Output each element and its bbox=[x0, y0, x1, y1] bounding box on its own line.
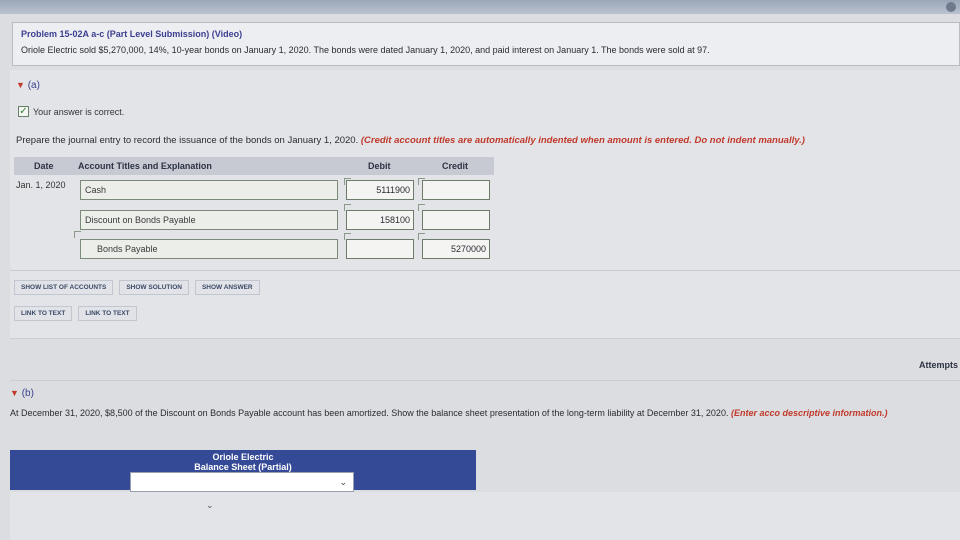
top-bar bbox=[0, 0, 960, 14]
journal-table-header: Date Account Titles and Explanation Debi… bbox=[14, 157, 494, 175]
problem-box: Problem 15-02A a-c (Part Level Submissio… bbox=[12, 22, 960, 66]
link-to-text-button[interactable]: LINK TO TEXT bbox=[14, 306, 73, 321]
instruction: Prepare the journal entry to record the … bbox=[16, 135, 805, 146]
divider bbox=[10, 380, 960, 381]
col-credit: Credit bbox=[442, 161, 469, 171]
show-solution-button[interactable]: SHOW SOLUTION bbox=[119, 280, 189, 295]
company-name: Oriole Electric bbox=[212, 452, 274, 462]
debit-input[interactable]: 158100 bbox=[346, 210, 414, 230]
show-answer-button[interactable]: SHOW ANSWER bbox=[194, 280, 260, 295]
action-buttons: SHOW LIST OF ACCOUNTS SHOW SOLUTION SHOW… bbox=[14, 280, 260, 295]
journal-row: Jan. 1, 2020 Cash 5111900 bbox=[14, 178, 494, 204]
date-cell: Jan. 1, 2020 bbox=[16, 180, 66, 190]
credit-input[interactable]: 5270000 bbox=[422, 239, 490, 259]
part-b-note: (Enter acco descriptive information.) bbox=[730, 408, 888, 418]
chevron-down-icon[interactable]: ⌄ bbox=[206, 500, 214, 511]
col-debit: Debit bbox=[368, 161, 391, 171]
attempts-label: Attempts bbox=[918, 360, 958, 370]
col-date: Date bbox=[34, 161, 54, 171]
part-a-label: (a) bbox=[27, 80, 40, 91]
link-to-text-button[interactable]: LINK TO TEXT bbox=[78, 306, 137, 321]
bottom-area bbox=[10, 492, 960, 540]
col-account: Account Titles and Explanation bbox=[78, 161, 212, 171]
correct-message: ✓ Your answer is correct. bbox=[18, 106, 124, 117]
debit-input[interactable] bbox=[346, 239, 414, 259]
part-b-label: (b) bbox=[21, 388, 34, 399]
account-input[interactable]: Cash bbox=[80, 180, 338, 200]
debit-input[interactable]: 5111900 bbox=[346, 180, 414, 200]
problem-text: Oriole Electric sold $5,270,000, 14%, 10… bbox=[21, 45, 710, 55]
gear-icon[interactable] bbox=[946, 2, 956, 12]
credit-input[interactable] bbox=[422, 180, 490, 200]
chevron-down-icon: ⌄ bbox=[339, 477, 347, 487]
credit-input[interactable] bbox=[422, 210, 490, 230]
journal-row: Discount on Bonds Payable 158100 bbox=[14, 204, 494, 234]
part-b-header[interactable]: ▼ (b) bbox=[10, 388, 34, 399]
balance-sheet-select[interactable]: ⌄ bbox=[130, 472, 354, 492]
flag-icon bbox=[74, 231, 81, 238]
text-links: LINK TO TEXT LINK TO TEXT bbox=[14, 306, 137, 321]
part-a-header[interactable]: ▼ (a) bbox=[16, 80, 40, 91]
instruction-note: (Credit account titles are automatically… bbox=[360, 135, 805, 146]
show-list-of-accounts-button[interactable]: SHOW LIST OF ACCOUNTS bbox=[14, 280, 114, 295]
instruction-text: Prepare the journal entry to record the … bbox=[16, 135, 359, 146]
part-a-section bbox=[10, 70, 960, 338]
part-b-instruction: At December 31, 2020, $8,500 of the Disc… bbox=[10, 408, 960, 419]
caret-down-icon: ▼ bbox=[16, 80, 25, 90]
account-input[interactable]: Discount on Bonds Payable bbox=[80, 210, 338, 230]
caret-down-icon: ▼ bbox=[10, 388, 19, 398]
check-icon: ✓ bbox=[18, 106, 29, 117]
problem-title: Problem 15-02A a-c (Part Level Submissio… bbox=[21, 29, 243, 39]
statement-title: Balance Sheet (Partial) bbox=[194, 462, 292, 472]
correct-text: Your answer is correct. bbox=[33, 106, 125, 117]
account-input[interactable]: Bonds Payable bbox=[80, 239, 338, 259]
part-b-text: At December 31, 2020, $8,500 of the Disc… bbox=[10, 408, 729, 418]
journal-row: Bonds Payable 5270000 bbox=[14, 231, 494, 263]
divider bbox=[10, 270, 960, 271]
divider bbox=[10, 338, 960, 339]
